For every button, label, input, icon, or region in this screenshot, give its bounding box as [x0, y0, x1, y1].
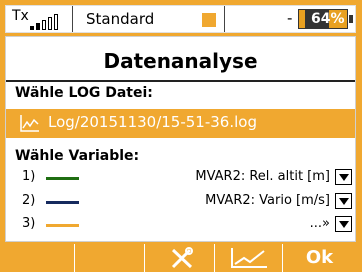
dropdown-arrow-icon[interactable] — [335, 169, 352, 185]
variable-number: 3) — [22, 216, 36, 231]
page-title: Datenanalyse — [103, 49, 258, 73]
wrench-screwdriver-icon — [171, 247, 193, 269]
dropdown-arrow-icon[interactable] — [335, 193, 352, 209]
chart-icon — [20, 115, 39, 132]
tx-label: Tx — [12, 8, 29, 24]
ok-button-label: Ok — [305, 247, 334, 268]
status-bar: Tx Standard - 64% — [5, 5, 356, 33]
separator — [72, 6, 73, 32]
function-button-2[interactable] — [74, 244, 144, 272]
variable-number: 1) — [22, 169, 36, 184]
title-divider — [6, 80, 355, 82]
graph-button[interactable] — [214, 244, 282, 272]
variable-value: ...» — [309, 216, 330, 231]
log-file-selector[interactable]: Log/20151130/15-51-36.log — [6, 109, 355, 138]
variable-row-2[interactable]: 2) MVAR2: Vario [m/s] — [6, 192, 355, 212]
screen: Tx Standard - 64% Datenanalyse Wähle LOG… — [0, 0, 362, 272]
variable-color-line — [46, 224, 79, 227]
tools-button[interactable] — [144, 244, 214, 272]
status-separator-text: - — [287, 9, 293, 27]
variable-row-1[interactable]: 1) MVAR2: Rel. altit [m] — [6, 168, 355, 188]
tx-signal: Tx — [10, 8, 68, 32]
variable-row-3[interactable]: 3) ...» — [6, 215, 355, 235]
model-name: Standard — [86, 10, 155, 28]
function-bar: Ok — [0, 244, 362, 272]
variable-color-line — [46, 201, 79, 204]
model-indicator-square — [202, 13, 216, 27]
function-button-1[interactable] — [5, 244, 74, 272]
log-section-label: Wähle LOG Datei: — [15, 85, 153, 101]
signal-bars-icon — [30, 12, 66, 30]
battery-text: 64% — [311, 11, 345, 27]
dropdown-arrow-icon[interactable] — [335, 216, 352, 232]
battery-indicator: 64% — [298, 9, 353, 29]
variable-value: MVAR2: Rel. altit [m] — [195, 169, 330, 184]
variable-number: 2) — [22, 193, 36, 208]
variable-value: MVAR2: Vario [m/s] — [205, 193, 330, 208]
battery-cap — [349, 15, 353, 23]
variable-color-line — [46, 177, 79, 180]
log-file-path: Log/20151130/15-51-36.log — [48, 113, 257, 131]
main-panel: Datenanalyse Wähle LOG Datei: Log/201511… — [5, 36, 356, 242]
variable-section-label: Wähle Variable: — [15, 148, 140, 164]
graph-icon — [231, 248, 267, 268]
ok-button[interactable]: Ok — [282, 244, 356, 272]
separator — [224, 6, 225, 32]
